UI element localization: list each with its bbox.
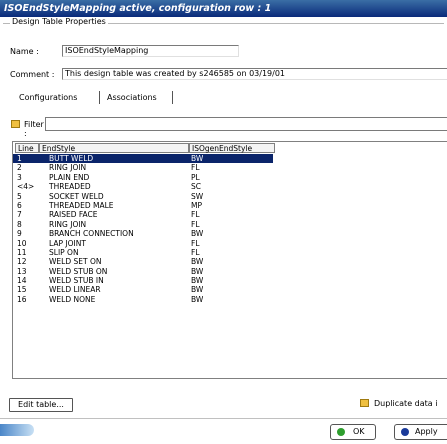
- endstyle-cell: WELD SET ON: [49, 257, 102, 267]
- endstyle-cell: BUTT WELD: [49, 154, 94, 163]
- table-row[interactable]: 7 RAISED FACE FL: [13, 210, 447, 219]
- comment-field[interactable]: This design table was created by s246585…: [62, 68, 447, 80]
- group-title: Design Table Properties: [10, 17, 108, 26]
- endstyle-cell: SLIP ON: [49, 247, 79, 257]
- column-header-endstyle[interactable]: EndStyle: [39, 143, 189, 153]
- line-cell: 1: [17, 154, 22, 163]
- isogenendstyle-cell: BW: [191, 294, 204, 304]
- endstyle-cell: THREADED: [49, 182, 91, 192]
- tab-configurations[interactable]: Configurations: [13, 90, 83, 105]
- endstyle-cell: RING JOIN: [49, 219, 87, 229]
- logo-icon: [0, 424, 34, 436]
- table-row[interactable]: 11 SLIP ON FL: [13, 248, 447, 257]
- table-row[interactable]: 13 WELD STUB ON BW: [13, 267, 447, 276]
- apply-label: Apply: [415, 427, 438, 436]
- tab-associations[interactable]: Associations: [101, 90, 163, 105]
- isogenendstyle-cell: FL: [191, 163, 200, 173]
- apply-icon: [401, 428, 409, 436]
- table-row[interactable]: 2 RING JOIN FL: [13, 163, 447, 172]
- ok-icon: [337, 428, 345, 436]
- table-row[interactable]: 1 BUTT WELD BW: [13, 154, 273, 164]
- line-cell: 8: [17, 219, 22, 229]
- table-row[interactable]: 15 WELD LINEAR BW: [13, 285, 447, 294]
- comment-label: Comment :: [10, 70, 55, 79]
- isogenendstyle-cell: BW: [191, 266, 204, 276]
- duplicate-data-label: Duplicate data i: [374, 399, 438, 408]
- line-cell: 15: [17, 285, 27, 295]
- line-cell: 11: [17, 247, 27, 257]
- line-cell: 7: [17, 210, 22, 220]
- table-row[interactable]: <4> THREADED SC: [13, 182, 447, 191]
- apply-button[interactable]: Apply: [394, 424, 447, 440]
- line-cell: 12: [17, 257, 27, 267]
- isogenendstyle-cell: BW: [191, 276, 204, 286]
- edit-table-button[interactable]: Edit table...: [9, 398, 73, 412]
- window-title-bar: ISOEndStyleMapping active, configuration…: [0, 0, 447, 17]
- table-row[interactable]: 9 BRANCH CONNECTION BW: [13, 229, 447, 238]
- endstyle-cell: SOCKET WELD: [49, 191, 104, 201]
- line-cell: <4>: [17, 182, 35, 192]
- isogenendstyle-cell: FL: [191, 219, 200, 229]
- endstyle-cell: WELD NONE: [49, 294, 96, 304]
- filter-input[interactable]: [45, 117, 447, 131]
- isogenendstyle-cell: PL: [191, 172, 200, 182]
- ok-button[interactable]: OK: [330, 424, 376, 440]
- design-table-grid[interactable]: Line EndStyle ISOgenEndStyle 1 BUTT WELD B…: [12, 141, 447, 379]
- isogenendstyle-cell: BW: [191, 285, 204, 295]
- column-header-isogenendstyle[interactable]: ISOgenEndStyle: [189, 143, 275, 153]
- endstyle-cell: BRANCH CONNECTION: [49, 229, 134, 239]
- column-header-line[interactable]: Line: [15, 143, 39, 153]
- endstyle-cell: PLAIN END: [49, 172, 90, 182]
- duplicate-checkbox[interactable]: [360, 399, 369, 407]
- line-cell: 14: [17, 276, 27, 286]
- isogenendstyle-cell: SW: [191, 191, 204, 201]
- table-row[interactable]: 5 SOCKET WELD SW: [13, 192, 447, 201]
- divider: [0, 418, 447, 419]
- endstyle-cell: RAISED FACE: [49, 210, 98, 220]
- name-label: Name :: [10, 47, 39, 56]
- line-cell: 2: [17, 163, 22, 173]
- table-row[interactable]: 3 PLAIN END PL: [13, 173, 447, 182]
- isogenendstyle-cell: FL: [191, 210, 200, 220]
- table-row[interactable]: 10 LAP JOINT FL: [13, 239, 447, 248]
- endstyle-cell: RING JOIN: [49, 163, 87, 173]
- table-row[interactable]: 14 WELD STUB IN BW: [13, 276, 447, 285]
- isogenendstyle-cell: FL: [191, 238, 200, 248]
- table-row[interactable]: 6 THREADED MALE MP: [13, 201, 447, 210]
- filter-icon: [11, 120, 20, 128]
- tab-separator: [172, 91, 173, 104]
- table-row[interactable]: 8 RING JOIN FL: [13, 220, 447, 229]
- line-cell: 13: [17, 266, 27, 276]
- endstyle-cell: WELD LINEAR: [49, 285, 101, 295]
- line-cell: 3: [17, 172, 22, 182]
- isogenendstyle-cell: BW: [191, 229, 204, 239]
- endstyle-cell: WELD STUB ON: [49, 266, 108, 276]
- filter-label: Filter :: [24, 120, 44, 138]
- isogenendstyle-cell: SC: [191, 182, 201, 192]
- endstyle-cell: LAP JOINT: [49, 238, 86, 248]
- table-row[interactable]: 12 WELD SET ON BW: [13, 257, 447, 266]
- line-cell: 5: [17, 191, 22, 201]
- ok-label: OK: [353, 427, 365, 436]
- name-field[interactable]: ISOEndStyleMapping: [62, 45, 239, 57]
- endstyle-cell: THREADED MALE: [49, 200, 114, 210]
- isogenendstyle-cell: MP: [191, 200, 202, 210]
- isogenendstyle-cell: BW: [191, 257, 204, 267]
- line-cell: 6: [17, 200, 22, 210]
- window-title: ISOEndStyleMapping active, configuration…: [4, 3, 272, 14]
- line-cell: 16: [17, 294, 27, 304]
- isogenendstyle-cell: FL: [191, 247, 200, 257]
- line-cell: 9: [17, 229, 22, 239]
- table-row[interactable]: 16 WELD NONE BW: [13, 295, 447, 304]
- tab-separator: [99, 91, 100, 104]
- endstyle-cell: WELD STUB IN: [49, 276, 104, 286]
- table-rows: 1 BUTT WELD BW 2 RING JOIN FL 3 PLAIN END PL <4> T…: [13, 154, 447, 304]
- line-cell: 10: [17, 238, 27, 248]
- isogenendstyle-cell: BW: [191, 154, 204, 163]
